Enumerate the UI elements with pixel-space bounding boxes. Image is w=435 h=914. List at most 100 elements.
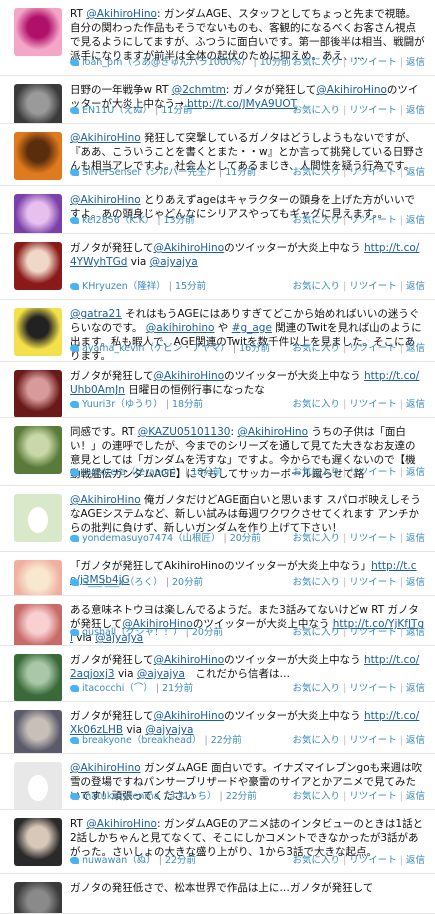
username-link[interactable]: kei2856（K.K）	[82, 215, 154, 226]
reply-button[interactable]: 返信	[406, 791, 425, 802]
mention-link[interactable]: @AkihiroHino	[86, 8, 157, 20]
avatar[interactable]	[14, 8, 62, 56]
mention-link[interactable]: @KAZU05101130	[138, 426, 231, 438]
timestamp-link[interactable]: 18分前	[191, 467, 222, 478]
reply-button[interactable]: 返信	[406, 855, 425, 866]
timestamp-link[interactable]: 15分前	[175, 281, 206, 292]
timestamp-link[interactable]: 22分前	[226, 791, 257, 802]
mention-link[interactable]: @ajyajya	[137, 668, 185, 680]
timestamp-link[interactable]: 20分前	[172, 577, 203, 588]
mention-link[interactable]: @gatra21	[70, 308, 122, 320]
reply-button[interactable]: 返信	[406, 577, 425, 588]
avatar[interactable]	[14, 560, 62, 595]
username-link[interactable]: itacocchi（⌒）	[82, 683, 153, 694]
avatar[interactable]	[14, 762, 62, 809]
retweet-button[interactable]: リツイート	[349, 467, 397, 478]
mention-link[interactable]: @2chmtm	[172, 84, 226, 96]
favorite-button[interactable]: お気に入り	[293, 281, 341, 292]
reply-button[interactable]: 返信	[406, 281, 425, 292]
username-link[interactable]: EN11U（えぬ）	[82, 105, 152, 116]
mention-link[interactable]: @AkihiroHino	[153, 370, 224, 382]
mention-link[interactable]: @AkihiroHino	[70, 132, 141, 144]
timestamp-link[interactable]: 11分前	[161, 105, 192, 116]
username-link[interactable]: mototera（terapon）	[82, 467, 182, 478]
username-link[interactable]: SilverSensei（シルバー先生）	[82, 167, 216, 178]
mention-link[interactable]: @AkihiroHino	[153, 654, 224, 666]
retweet-button[interactable]: リツイート	[349, 167, 397, 178]
avatar[interactable]	[14, 194, 62, 233]
timestamp-link[interactable]: 13分前	[164, 215, 195, 226]
avatar[interactable]	[14, 426, 62, 474]
favorite-button[interactable]: お気に入り	[293, 215, 341, 226]
mention-link[interactable]: @akihirohino	[146, 322, 215, 334]
retweet-button[interactable]: リツイート	[349, 791, 397, 802]
retweet-button[interactable]: リツイート	[349, 735, 397, 746]
timestamp-link[interactable]: 21分前	[162, 683, 193, 694]
mention-link[interactable]: @AkihiroHino	[70, 494, 141, 506]
username-link[interactable]: ayama_kevin（ケビン・アヤマ）	[82, 343, 230, 354]
username-link[interactable]: S___i___x（ろく）	[82, 577, 163, 588]
timestamp-link[interactable]: 22分前	[211, 735, 242, 746]
retweet-button[interactable]: リツイート	[349, 215, 397, 226]
mention-link[interactable]: @AkihiroHino	[86, 818, 157, 830]
reply-button[interactable]: 返信	[406, 167, 425, 178]
reply-button[interactable]: 返信	[406, 343, 425, 354]
avatar[interactable]	[14, 308, 62, 356]
username-link[interactable]: Yuuri3r（ゆうり）	[82, 399, 163, 410]
reply-button[interactable]: 返信	[406, 57, 425, 68]
retweet-button[interactable]: リツイート	[349, 627, 397, 638]
favorite-button[interactable]: お気に入り	[293, 533, 341, 544]
reply-button[interactable]: 返信	[406, 105, 425, 116]
reply-button[interactable]: 返信	[406, 467, 425, 478]
favorite-button[interactable]: お気に入り	[293, 467, 341, 478]
retweet-button[interactable]: リツイート	[349, 281, 397, 292]
favorite-button[interactable]: お気に入り	[293, 735, 341, 746]
retweet-button[interactable]: リツイート	[349, 855, 397, 866]
timestamp-link[interactable]: 18分前	[172, 399, 203, 410]
timestamp-link[interactable]: 22分前	[165, 855, 196, 866]
avatar[interactable]	[14, 494, 62, 542]
favorite-button[interactable]: お気に入り	[293, 683, 341, 694]
reply-button[interactable]: 返信	[406, 399, 425, 410]
reply-button[interactable]: 返信	[406, 627, 425, 638]
avatar[interactable]	[14, 818, 62, 866]
avatar[interactable]	[14, 242, 62, 290]
username-link[interactable]: matukazetenma（よねっち）	[82, 791, 216, 802]
timestamp-link[interactable]: 20分前	[192, 627, 223, 638]
mention-link[interactable]: @ajyajya	[150, 256, 198, 268]
timestamp-link[interactable]: 20分前	[230, 533, 261, 544]
reply-button[interactable]: 返信	[406, 683, 425, 694]
retweet-button[interactable]: リツイート	[349, 343, 397, 354]
favorite-button[interactable]: お気に入り	[293, 791, 341, 802]
mention-link[interactable]: @AkihiroHino	[70, 762, 141, 774]
timestamp-link[interactable]: 10分前	[260, 57, 291, 68]
username-link[interactable]: KHryuzen（隆祥）	[82, 281, 166, 292]
retweet-button[interactable]: リツイート	[349, 57, 397, 68]
favorite-button[interactable]: お気に入り	[293, 577, 341, 588]
mention-link[interactable]: @AkihiroHino	[153, 710, 224, 722]
favorite-button[interactable]: お気に入り	[293, 105, 341, 116]
mention-link[interactable]: @AkihiroHino	[70, 194, 141, 206]
username-link[interactable]: yondemasuyo7474（山根匠）	[82, 533, 221, 544]
avatar[interactable]	[14, 84, 62, 123]
mention-link[interactable]: @AkihiroHino	[237, 426, 308, 438]
username-link[interactable]: gushall（グシャ！！）	[82, 627, 183, 638]
avatar[interactable]	[14, 654, 62, 701]
hashtag-link[interactable]: #g_age	[232, 322, 272, 334]
username-link[interactable]: breakyone（breakhead）	[82, 735, 201, 746]
avatar[interactable]	[14, 710, 62, 753]
timestamp-link[interactable]: 11分前	[225, 167, 256, 178]
favorite-button[interactable]: お気に入り	[293, 167, 341, 178]
avatar[interactable]	[14, 604, 62, 645]
favorite-button[interactable]: お気に入り	[293, 57, 341, 68]
retweet-button[interactable]: リツイート	[349, 683, 397, 694]
retweet-button[interactable]: リツイート	[349, 105, 397, 116]
mention-link[interactable]: @AkihiroHino	[316, 84, 387, 96]
retweet-button[interactable]: リツイート	[349, 577, 397, 588]
username-link[interactable]: nuwawan（ぬ）	[82, 855, 156, 866]
avatar[interactable]	[14, 882, 62, 913]
timestamp-link[interactable]: 16分前	[239, 343, 270, 354]
favorite-button[interactable]: お気に入り	[293, 399, 341, 410]
reply-button[interactable]: 返信	[406, 533, 425, 544]
mention-link[interactable]: @AkihiroHino	[153, 242, 224, 254]
